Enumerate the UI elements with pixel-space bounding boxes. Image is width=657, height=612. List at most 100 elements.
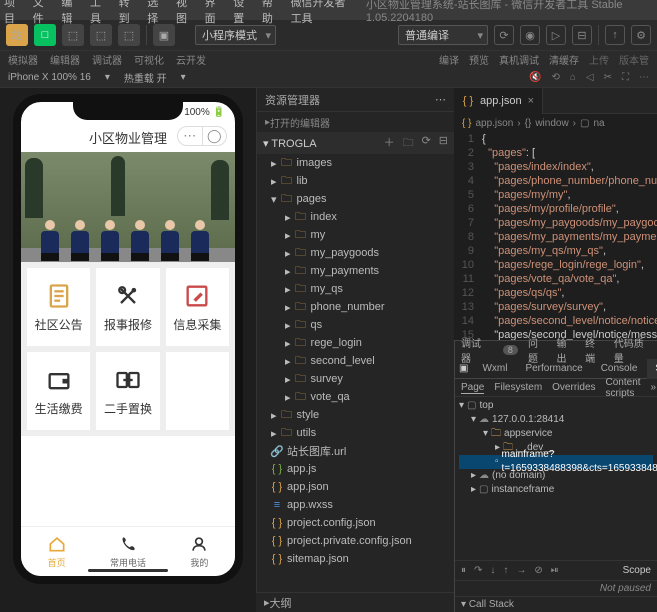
cell-notice[interactable]: 社区公告 (27, 268, 90, 346)
menu-item[interactable]: 文件 (33, 0, 52, 26)
capsule-menu[interactable]: ⋯ (178, 127, 203, 145)
deactivate-icon[interactable]: ⊘ (534, 565, 542, 576)
more-icon[interactable]: » (651, 382, 657, 393)
mute-icon[interactable]: 🔇 (529, 72, 541, 83)
upload-button[interactable]: ↑ (605, 25, 625, 45)
folder-item[interactable]: ▸ 🗀survey (257, 370, 454, 388)
folder-item[interactable]: ▸ 🗀qs (257, 316, 454, 334)
folder-item[interactable]: ▸ 🗀utils (257, 424, 454, 442)
breadcrumb[interactable]: { }app.json › {} window › ▢ na (454, 114, 657, 132)
sub-item[interactable]: 预览 (469, 52, 489, 67)
home-icon[interactable]: ⌂ (570, 72, 576, 83)
folder-item[interactable]: ▸ 🗀style (257, 406, 454, 424)
menu-item[interactable]: 设置 (233, 0, 252, 26)
sub-item[interactable]: 上传 (589, 52, 609, 67)
preview-button[interactable]: ◉ (520, 25, 540, 45)
sub-item[interactable]: 编译 (439, 52, 459, 67)
dt-panel-tab[interactable]: Sources (647, 359, 657, 379)
menu-item[interactable]: 编辑 (61, 0, 80, 26)
back-icon[interactable]: ◁ (586, 72, 594, 83)
dt-subtab[interactable]: Filesystem (494, 382, 542, 393)
outline-header[interactable]: ▸ 大纲 (256, 592, 454, 612)
device-label[interactable]: iPhone X 100% 16 (8, 72, 91, 83)
scope-label[interactable]: Scope (623, 565, 651, 576)
folder-item[interactable]: ▸ 🗀second_level (257, 352, 454, 370)
file-item[interactable]: ≡app.wxss (257, 496, 454, 514)
sub-item[interactable]: 可视化 (134, 52, 164, 67)
step-icon[interactable]: → (516, 565, 526, 576)
refresh-icon[interactable]: ⟳ (422, 134, 431, 153)
menu-item[interactable]: 界面 (205, 0, 224, 26)
folder-item[interactable]: ▸ 🗀images (257, 154, 454, 172)
dt-panel-tab[interactable]: Console (593, 359, 646, 379)
folder-item[interactable]: ▸ 🗀my_qs (257, 280, 454, 298)
tab-home[interactable]: 首页 (21, 527, 92, 576)
file-item[interactable]: { }app.json (257, 478, 454, 496)
close-icon[interactable]: × (528, 95, 534, 107)
menu-item[interactable]: 选择 (147, 0, 166, 26)
cut-icon[interactable]: ✂ (604, 72, 612, 83)
pause-exc-icon[interactable]: ⏯ (551, 565, 559, 576)
dt-panel-tab[interactable]: Wxml (474, 359, 515, 379)
step-into-icon[interactable]: ↓ (490, 565, 495, 576)
version-button[interactable]: ⚙ (631, 25, 651, 45)
file-item[interactable]: { }sitemap.json (257, 550, 454, 568)
pause-icon[interactable]: ⏸ (461, 565, 466, 576)
toolbar-button[interactable]: ⬚ (118, 24, 140, 46)
toolbar-button[interactable]: ▣ (153, 24, 175, 46)
menu-item[interactable]: 帮助 (262, 0, 281, 26)
mode-select[interactable]: 小程序模式 (195, 25, 276, 45)
cell-secondhand[interactable]: 二手置换 (96, 352, 159, 430)
toolbar-button[interactable]: ⬚ (90, 24, 112, 46)
cell-repair[interactable]: 报事报修 (96, 268, 159, 346)
callstack-row[interactable]: ▾ Call Stack (455, 596, 657, 612)
rotate-icon[interactable]: ⟲ (551, 72, 559, 83)
tab-me[interactable]: 我的 (164, 527, 235, 576)
more-icon[interactable]: ⋯ (639, 72, 649, 83)
folder-item[interactable]: ▸ 🗀my_payments (257, 262, 454, 280)
step-over-icon[interactable]: ↷ (474, 565, 482, 576)
compile-select[interactable]: 普通编译 (398, 25, 488, 45)
folder-item[interactable]: ▸ 🗀phone_number (257, 298, 454, 316)
folder-item[interactable]: ▸ 🗀index (257, 208, 454, 226)
sub-item[interactable]: 清缓存 (549, 52, 579, 67)
menu-item[interactable]: 转到 (119, 0, 138, 26)
file-tab[interactable]: { } app.json × (454, 88, 543, 114)
sub-item[interactable]: 调试器 (92, 52, 122, 67)
avatar-button[interactable]: □ (34, 24, 56, 46)
dt-subtab[interactable]: Overrides (552, 382, 595, 393)
menu-item[interactable]: 微信开发者工具 (291, 0, 356, 26)
cell-collect[interactable]: 信息采集 (166, 268, 229, 346)
menu-item[interactable]: 工具 (90, 0, 109, 26)
collapse-icon[interactable]: ⊟ (439, 134, 448, 153)
open-editors[interactable]: 打开的编辑器 (270, 115, 330, 130)
capsule-close[interactable]: ◯ (203, 127, 227, 145)
inspect-icon[interactable]: ▣ (455, 363, 472, 374)
folder-item[interactable]: ▾ 🗀pages (257, 190, 454, 208)
new-file-icon[interactable]: ＋ (384, 134, 395, 153)
file-item[interactable]: 🔗站长图库.url (257, 442, 454, 460)
sub-item[interactable]: 编辑器 (50, 52, 80, 67)
toolbar-button[interactable]: ⬚ (62, 24, 84, 46)
explorer-more[interactable]: ⋯ (435, 93, 446, 106)
menu-item[interactable]: 项目 (4, 0, 23, 26)
dt-subtab[interactable]: Page (461, 382, 484, 394)
cache-button[interactable]: ⊟ (572, 25, 592, 45)
new-folder-icon[interactable]: 🗀 (403, 134, 414, 153)
project-name[interactable]: TROGLA (271, 138, 316, 150)
cell-pay[interactable]: 生活缴费 (27, 352, 90, 430)
file-item[interactable]: { }project.config.json (257, 514, 454, 532)
file-item[interactable]: { }app.js (257, 460, 454, 478)
sub-item[interactable]: 版本管 (619, 52, 649, 67)
debug-button[interactable]: ▷ (546, 25, 566, 45)
folder-item[interactable]: ▸ 🗀rege_login (257, 334, 454, 352)
expand-icon[interactable]: ⛶ (622, 72, 629, 83)
sub-item[interactable]: 真机调试 (499, 52, 539, 67)
step-out-icon[interactable]: ↑ (503, 565, 508, 576)
folder-item[interactable]: ▸ 🗀my (257, 226, 454, 244)
source-tree[interactable]: ▾ ▢ top ▾ ☁ 127.0.0.1:28414 ▾ 🗀 appservi… (455, 397, 657, 560)
menu-item[interactable]: 视图 (176, 0, 195, 26)
sub-item[interactable]: 模拟器 (8, 52, 38, 67)
folder-item[interactable]: ▸ 🗀lib (257, 172, 454, 190)
folder-item[interactable]: ▸ 🗀vote_qa (257, 388, 454, 406)
